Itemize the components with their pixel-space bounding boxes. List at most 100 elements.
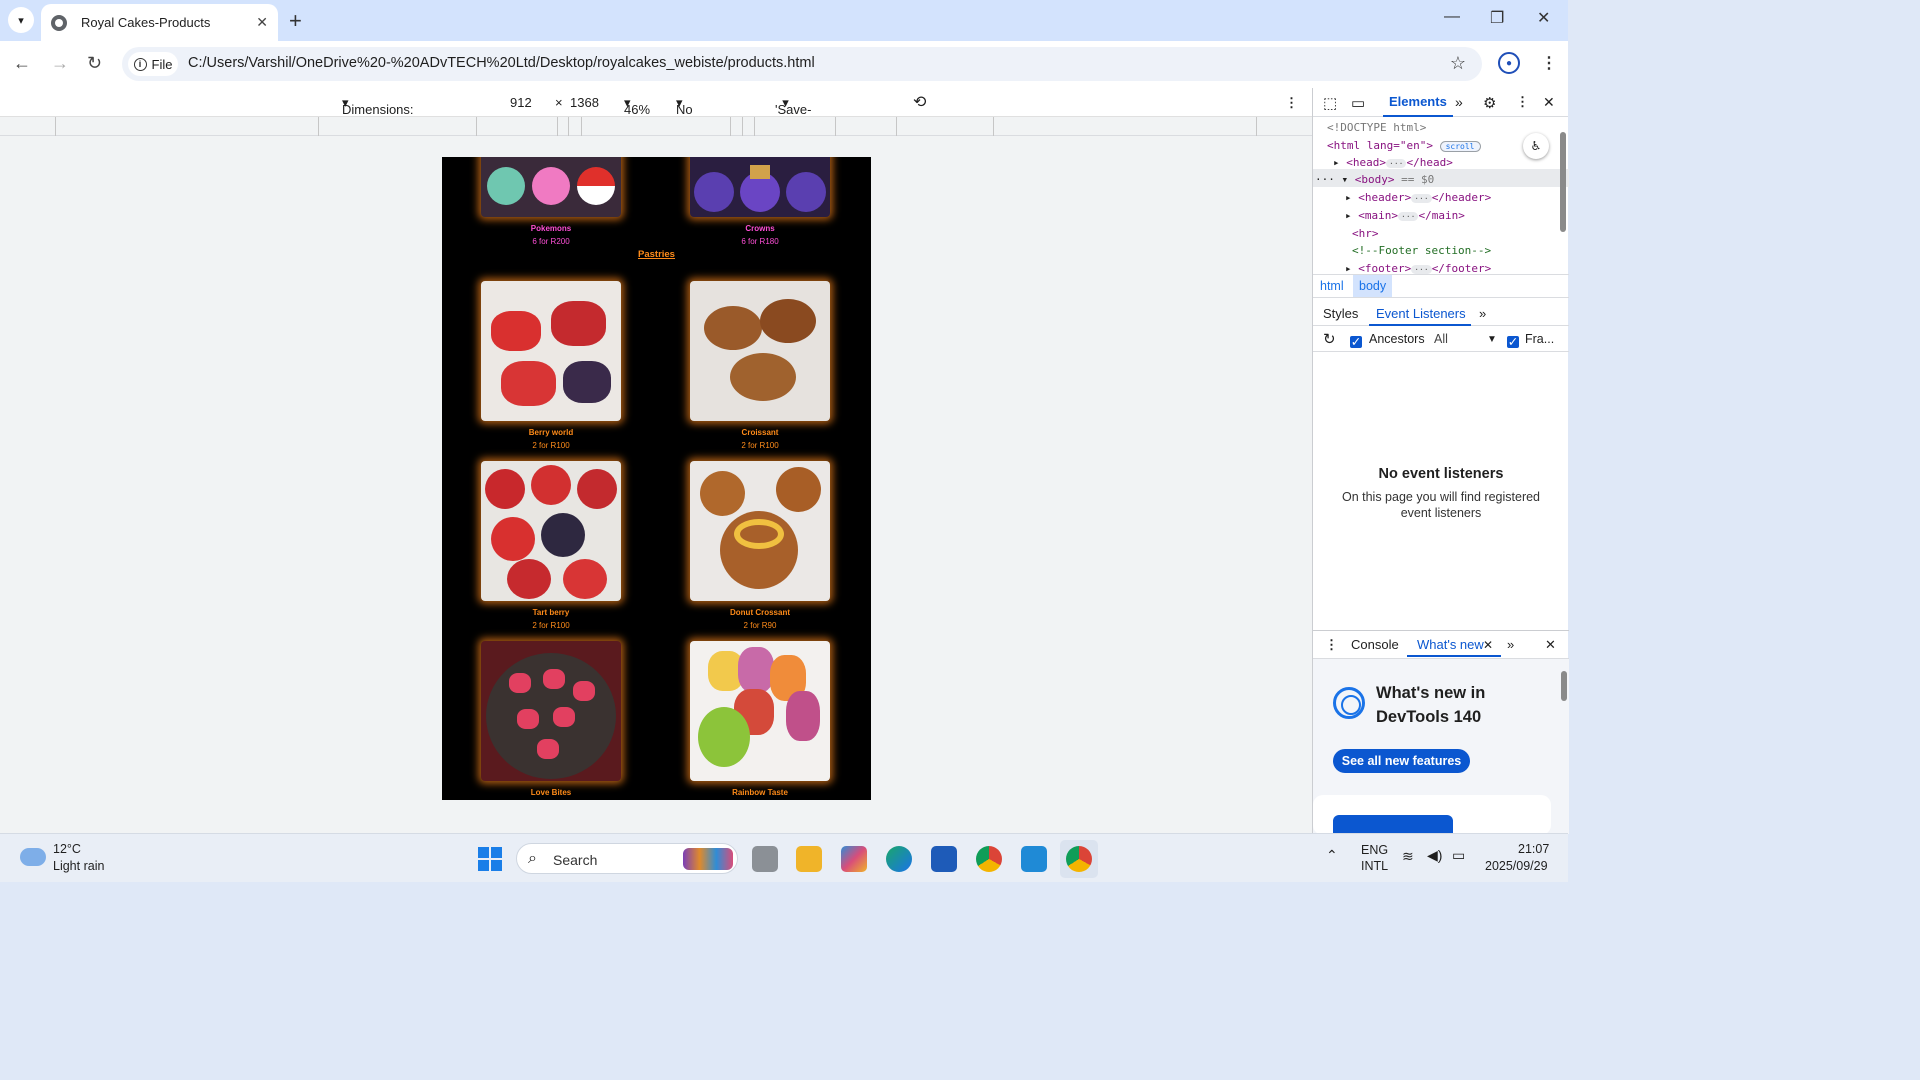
clock-time[interactable]: 21:07 <box>1518 842 1549 856</box>
edge-icon[interactable] <box>886 846 912 872</box>
product-card[interactable]: Berry world 2 for R100 <box>481 281 621 450</box>
tab-whats-new[interactable]: What's new <box>1417 637 1484 652</box>
product-card[interactable]: Donut Crossant 2 for R90 <box>690 461 830 630</box>
header-ellipsis[interactable]: ··· <box>1411 194 1432 203</box>
product-card[interactable]: Crowns 6 for R180 <box>690 157 830 246</box>
dom-html-node[interactable]: <html lang="en"> scroll <box>1327 139 1481 152</box>
breadcrumb-body[interactable]: body <box>1353 275 1393 297</box>
more-drawer-tabs-icon[interactable]: » <box>1507 637 1514 652</box>
listener-type-select[interactable]: All <box>1434 332 1448 346</box>
browser-menu-icon[interactable]: ⋮ <box>1541 53 1557 73</box>
tab-styles[interactable]: Styles <box>1323 306 1358 321</box>
tab-elements[interactable]: Elements <box>1383 94 1453 117</box>
section-heading-pastries[interactable]: Pastries <box>442 249 871 260</box>
language-line2[interactable]: INTL <box>1361 859 1388 873</box>
vscode-icon[interactable] <box>1021 846 1047 872</box>
copilot-icon[interactable] <box>841 846 867 872</box>
header-tag: <header> <box>1358 191 1412 204</box>
device-toggle-icon[interactable]: ▭ <box>1351 94 1365 112</box>
tab-console[interactable]: Console <box>1351 637 1399 652</box>
breadcrumb: html body <box>1313 274 1569 298</box>
dom-body-node[interactable]: ··· ▾ <body> == $0 <box>1315 173 1434 186</box>
minimize-button[interactable]: — <box>1444 8 1460 26</box>
close-tab-icon[interactable]: ✕ <box>1483 638 1493 652</box>
taskbar-search[interactable]: ⌕ Search <box>516 843 738 874</box>
url-text[interactable]: C:/Users/Varshil/OneDrive%20-%20ADvTECH%… <box>188 55 815 71</box>
product-card[interactable]: Rainbow Taste <box>690 641 830 797</box>
product-card[interactable]: Love Bites <box>481 641 621 797</box>
product-card[interactable]: Croissant 2 for R100 <box>690 281 830 450</box>
browser-tab[interactable]: Royal Cakes-Products ✕ <box>41 4 278 41</box>
new-tab-button[interactable]: + <box>289 8 302 34</box>
restore-button[interactable]: ❐ <box>1490 8 1504 28</box>
refresh-icon[interactable]: ↻ <box>1323 330 1336 348</box>
tab-search-button[interactable]: ▾ <box>8 7 34 33</box>
address-bar[interactable]: i File C:/Users/Varshil/OneDrive%20-%20A… <box>122 47 1482 81</box>
products-page[interactable]: Pokemons 6 for R200 Crowns 6 for R180 Pa… <box>442 157 871 800</box>
language-line1[interactable]: ENG <box>1361 843 1388 857</box>
settings-gear-icon[interactable]: ⚙ <box>1483 94 1496 112</box>
zoom-label: 46% <box>624 102 651 117</box>
close-window-button[interactable]: ✕ <box>1537 8 1550 28</box>
tab-event-listeners[interactable]: Event Listeners <box>1376 306 1466 321</box>
see-all-features-button[interactable]: See all new features <box>1333 749 1470 773</box>
back-arrow-icon[interactable]: ← <box>13 53 31 74</box>
devtools-drawer: ⋮ Console What's new ✕ » ✕ What's new in… <box>1313 630 1569 835</box>
task-view-icon[interactable] <box>752 846 778 872</box>
file-explorer-icon[interactable] <box>796 846 822 872</box>
inspect-element-icon[interactable]: ⬚ <box>1323 94 1337 112</box>
forward-arrow-icon[interactable]: → <box>51 53 69 74</box>
footer-ellipsis[interactable]: ··· <box>1411 265 1432 274</box>
chevron-down-icon[interactable]: ▼ <box>1487 334 1497 345</box>
dom-main-node[interactable]: ▸ <main> ··· </main> <box>1345 209 1465 222</box>
dom-hr-node[interactable]: <hr> <box>1352 227 1379 240</box>
save-data-select[interactable]: 'Save-Data': default ▾ <box>775 95 814 147</box>
zoom-select[interactable]: 46% ▾ <box>624 95 650 117</box>
close-devtools-icon[interactable]: ✕ <box>1543 94 1555 111</box>
word-icon[interactable] <box>931 846 957 872</box>
head-ellipsis[interactable]: ··· <box>1386 159 1407 168</box>
speaker-icon[interactable]: ◀) <box>1427 847 1442 864</box>
dimensions-select[interactable]: Dimensions: Surface Pro 7 ▾ <box>342 95 414 147</box>
drawer-menu-icon[interactable]: ⋮ <box>1325 637 1338 653</box>
dom-head-node[interactable]: ▸ <head> ··· </head> <box>1333 156 1453 169</box>
dom-comment-node[interactable]: <!--Footer section--> <box>1352 244 1491 257</box>
drawer-scrollbar[interactable] <box>1561 671 1567 701</box>
feature-card[interactable] <box>1313 795 1551 835</box>
more-sidebar-tabs-icon[interactable]: » <box>1479 306 1486 321</box>
devtools-menu-icon[interactable]: ⋮ <box>1516 94 1529 110</box>
product-card[interactable]: Pokemons 6 for R200 <box>481 157 621 246</box>
breadcrumb-html[interactable]: html <box>1320 279 1344 293</box>
body-tag: <body> <box>1354 173 1395 186</box>
rotate-icon[interactable]: ⟲ <box>913 92 926 112</box>
device-menu-icon[interactable]: ⋮ <box>1285 95 1298 111</box>
more-tabs-icon[interactable]: » <box>1455 94 1463 110</box>
width-input[interactable]: 912 <box>510 95 532 110</box>
height-input[interactable]: 1368 <box>570 95 599 110</box>
accessibility-icon[interactable]: ♿ <box>1523 133 1549 159</box>
wifi-icon[interactable]: ≋ <box>1402 848 1414 865</box>
dom-header-node[interactable]: ▸ <header> ··· </header> <box>1345 191 1491 204</box>
scroll-badge[interactable]: scroll <box>1439 141 1481 152</box>
close-drawer-icon[interactable]: ✕ <box>1545 637 1556 653</box>
event-listener-filters: ↻ ✓ Ancestors All ▼ ✓ Fra... <box>1313 328 1569 352</box>
site-info-chip[interactable]: i File <box>128 52 178 76</box>
profile-icon[interactable]: ● <box>1498 52 1520 74</box>
chrome-active-icon[interactable] <box>1066 846 1092 872</box>
chrome-icon[interactable] <box>976 846 1002 872</box>
product-image <box>690 157 830 217</box>
battery-icon[interactable]: ▭ <box>1452 847 1465 864</box>
browser-toolbar: ← → ↻ i File C:/Users/Varshil/OneDrive%2… <box>0 41 1568 88</box>
reload-icon[interactable]: ↻ <box>87 53 102 74</box>
chevron-up-icon[interactable]: ⌃ <box>1326 847 1338 864</box>
active-tab-indicator <box>1369 324 1471 326</box>
throttling-select[interactable]: No throttling ▾ <box>676 95 726 132</box>
bookmark-star-icon[interactable]: ☆ <box>1450 53 1466 74</box>
product-card[interactable]: Tart berry 2 for R100 <box>481 461 621 630</box>
close-tab-icon[interactable]: ✕ <box>256 14 268 31</box>
dom-tree[interactable]: <!DOCTYPE html> <html lang="en"> scroll … <box>1313 118 1569 275</box>
main-ellipsis[interactable]: ··· <box>1398 212 1419 221</box>
clock-date[interactable]: 2025/09/29 <box>1485 859 1548 873</box>
windows-start-icon[interactable] <box>478 847 502 871</box>
dom-scrollbar[interactable] <box>1560 132 1566 232</box>
